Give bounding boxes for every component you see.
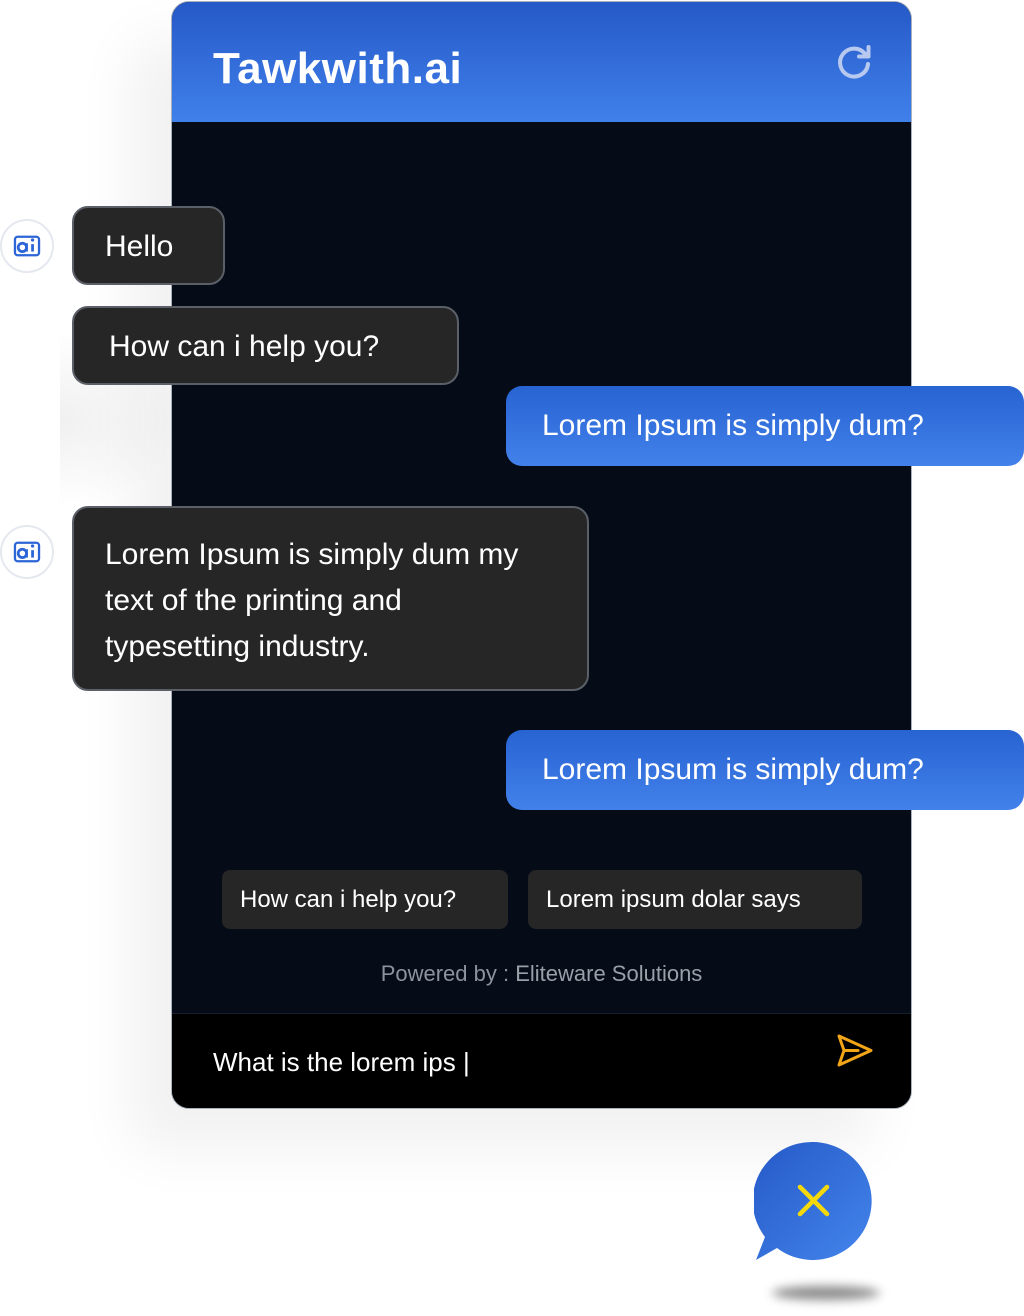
message-input[interactable]	[213, 1042, 803, 1082]
bot-message-line: typesetting industry.	[105, 630, 370, 663]
quick-reply-label: Lorem ipsum dolar says	[546, 886, 801, 913]
bot-message-line: Lorem Ipsum is simply dum my	[105, 538, 519, 571]
bot-message-text: Hello	[105, 230, 174, 263]
bot-message: How can i help you?	[72, 306, 459, 385]
bot-message-line: text of the printing and	[105, 584, 402, 617]
close-chat-button[interactable]	[754, 1141, 874, 1261]
quick-reply-label: How can i help you?	[240, 886, 457, 913]
ai-avatar	[0, 525, 54, 579]
user-message: Lorem Ipsum is simply dum?	[506, 386, 1024, 466]
bot-message-text: How can i help you?	[109, 330, 380, 363]
refresh-icon[interactable]	[834, 43, 874, 83]
ai-logo-icon	[13, 541, 41, 563]
powered-by-brand[interactable]: Eliteware Solutions	[515, 961, 702, 986]
chat-header: Tawkwith.ai	[172, 2, 911, 122]
message-input-bar	[172, 1013, 911, 1108]
user-message-text: Lorem Ipsum is simply dum?	[542, 753, 924, 786]
powered-by-label: Powered by :	[380, 961, 516, 986]
bot-message: Lorem Ipsum is simply dum my text of the…	[72, 506, 589, 691]
user-message: Lorem Ipsum is simply dum?	[506, 730, 1024, 810]
send-icon[interactable]	[834, 1031, 874, 1071]
quick-reply-chip[interactable]: How can i help you?	[222, 870, 508, 929]
ai-logo-icon	[13, 235, 41, 257]
user-message-text: Lorem Ipsum is simply dum?	[542, 409, 924, 442]
powered-by: Powered by : Eliteware Solutions	[171, 958, 912, 990]
app-title: Tawkwith.ai	[213, 44, 463, 93]
quick-reply-chip[interactable]: Lorem ipsum dolar says	[528, 870, 862, 929]
fab-shadow	[772, 1286, 880, 1300]
bot-message: Hello	[72, 206, 225, 285]
ai-avatar	[0, 219, 54, 273]
